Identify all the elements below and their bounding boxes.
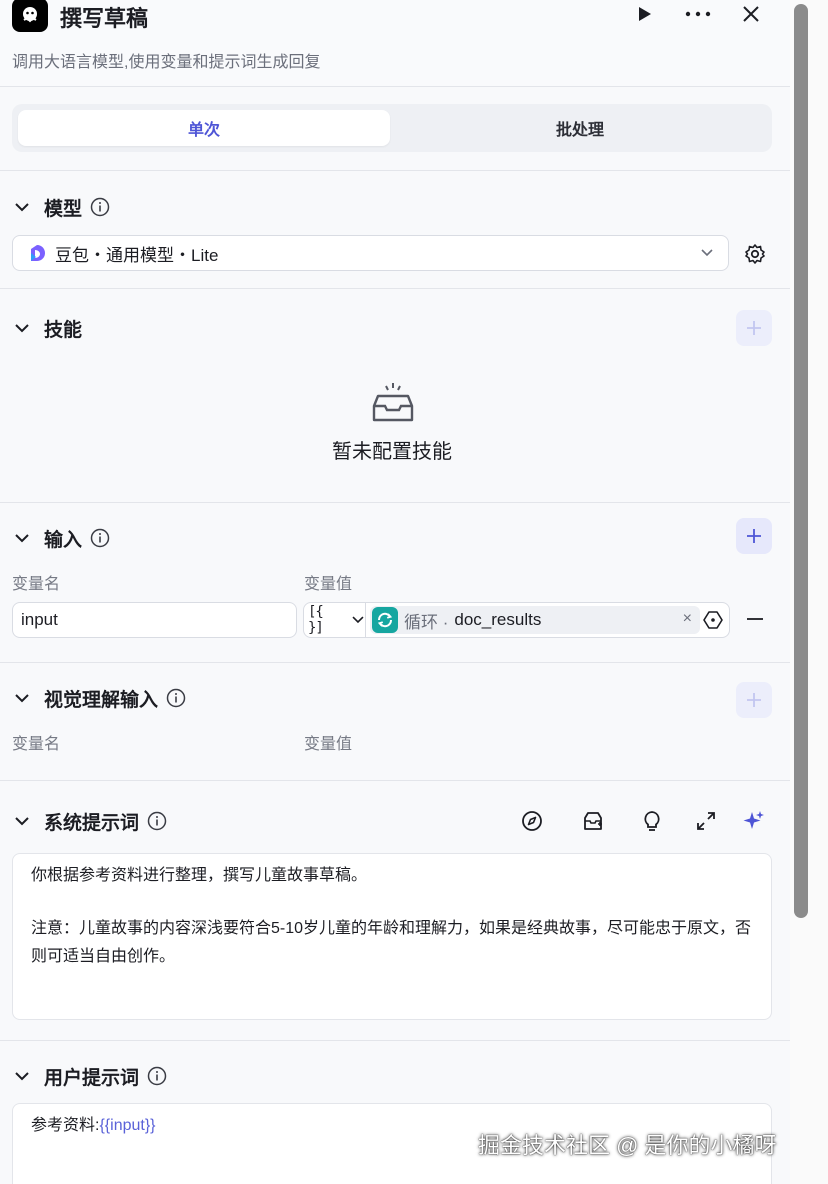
info-icon[interactable]	[90, 528, 110, 548]
variable-type-select[interactable]: [{ }]	[304, 603, 366, 637]
doubao-icon	[31, 245, 45, 261]
skills-section-header: 技能	[12, 314, 82, 342]
scrollbar-thumb[interactable]	[794, 4, 808, 918]
chevron-down-icon	[700, 245, 714, 263]
gear-icon[interactable]	[742, 241, 768, 267]
info-icon[interactable]	[166, 688, 186, 708]
divider	[0, 1040, 790, 1041]
reference-node-name: 循环 ·	[404, 612, 449, 632]
section-title: 系统提示词	[44, 812, 140, 834]
reference-variable-name: doc_results	[454, 610, 542, 629]
column-header-name: 变量名	[12, 576, 61, 593]
chevron-down-icon[interactable]	[12, 1066, 32, 1086]
chevron-down-icon[interactable]	[12, 688, 32, 708]
input-section-header: 输入	[12, 524, 110, 552]
watermark: 掘金技术社区 @ 是你的小橘呀	[478, 1133, 777, 1158]
divider	[0, 288, 790, 289]
section-title: 技能	[44, 319, 83, 341]
variable-token: {{input}}	[99, 1117, 156, 1134]
info-icon[interactable]	[147, 1066, 167, 1086]
prompt-library-icon[interactable]	[580, 808, 606, 834]
variable-value-field: [{ }] 循环 · doc_results ×	[303, 602, 730, 638]
system-prompt-editor[interactable]: 你根据参考资料进行整理，撰写儿童故事草稿。 注意：儿童故事的内容深浅要符合5-1…	[12, 853, 772, 1020]
lightbulb-icon[interactable]	[639, 808, 665, 834]
prompt-text: 你根据参考资料进行整理，撰写儿童故事草稿。	[31, 867, 368, 884]
array-object-icon: [{ }]	[308, 604, 324, 636]
add-vision-input-button[interactable]	[736, 682, 772, 718]
variable-reference-chip[interactable]: 循环 · doc_results ×	[370, 606, 700, 634]
close-icon[interactable]	[737, 2, 765, 26]
node-description: 调用大语言模型,使用变量和提示词生成回复	[12, 54, 321, 71]
section-title: 输入	[44, 529, 83, 551]
model-section-header: 模型	[12, 193, 110, 221]
model-select[interactable]: 豆包・通用模型・Lite	[12, 235, 729, 271]
ai-sparkle-icon[interactable]	[741, 808, 767, 834]
panel-header: 撰写草稿 调用大语言模型,使用变量和提示词生成回复	[0, 0, 790, 86]
vision-section-header: 视觉理解输入	[12, 684, 186, 712]
run-icon[interactable]	[630, 2, 658, 26]
tab-batch[interactable]: 批处理	[394, 110, 766, 146]
info-icon[interactable]	[90, 197, 110, 217]
compass-icon[interactable]	[519, 808, 545, 834]
divider	[0, 170, 790, 171]
node-config-panel: 撰写草稿 调用大语言模型,使用变量和提示词生成回复 单次 批处理 模型 豆包・通…	[0, 0, 790, 1184]
chevron-down-icon[interactable]	[12, 318, 32, 338]
model-name: 豆包・通用模型・Lite	[55, 245, 219, 265]
add-skill-button[interactable]	[736, 310, 772, 346]
add-input-button[interactable]	[736, 518, 772, 554]
column-header-value: 变量值	[304, 576, 353, 593]
divider	[0, 86, 790, 87]
prompt-text: 参考资料:	[31, 1117, 100, 1134]
prompt-text: 注意：儿童故事的内容深浅要符合5-10岁儿童的年龄和理解力，如果是经典故事，尽可…	[31, 920, 752, 965]
chevron-down-icon	[352, 616, 364, 624]
tab-single[interactable]: 单次	[18, 110, 390, 146]
divider	[0, 780, 790, 781]
section-title: 视觉理解输入	[44, 689, 159, 711]
column-header-value: 变量值	[304, 736, 353, 753]
system-prompt-header: 系统提示词	[12, 807, 167, 835]
divider	[0, 662, 790, 663]
variable-name-input[interactable]: input	[12, 602, 297, 638]
empty-inbox-icon	[370, 380, 416, 424]
empty-skills-text: 暂未配置技能	[332, 441, 452, 463]
chevron-down-icon[interactable]	[12, 528, 32, 548]
variable-picker-icon[interactable]	[702, 609, 724, 631]
node-title[interactable]: 撰写草稿	[60, 1, 148, 33]
chevron-down-icon[interactable]	[12, 197, 32, 217]
node-logo-icon	[12, 0, 48, 32]
section-title: 模型	[44, 198, 83, 220]
user-prompt-header: 用户提示词	[12, 1062, 167, 1090]
remove-input-icon[interactable]	[742, 606, 768, 632]
section-title: 用户提示词	[44, 1067, 140, 1089]
more-icon[interactable]	[684, 2, 712, 26]
info-icon[interactable]	[147, 811, 167, 831]
mode-tabs: 单次 批处理	[12, 104, 772, 152]
loop-icon	[372, 607, 398, 633]
expand-icon[interactable]	[693, 808, 719, 834]
divider	[0, 502, 790, 503]
clear-reference-icon[interactable]: ×	[683, 610, 692, 628]
column-header-name: 变量名	[12, 736, 61, 753]
chevron-down-icon[interactable]	[12, 811, 32, 831]
